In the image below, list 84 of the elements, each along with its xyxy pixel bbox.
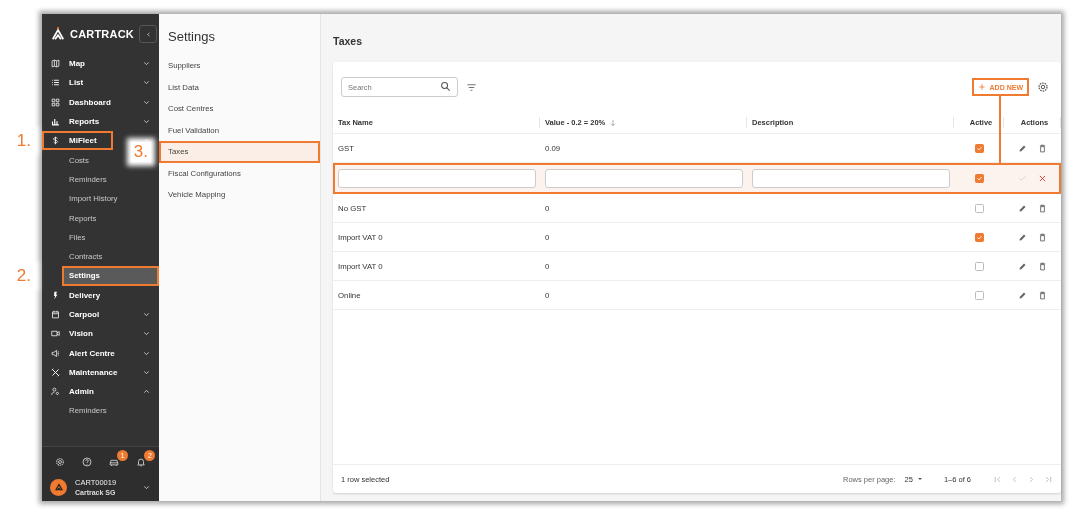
tax-name-input[interactable] (338, 168, 536, 188)
leader-line (999, 96, 1002, 164)
user-gear-icon (51, 387, 60, 397)
sidebar-item[interactable]: MiFleet (42, 131, 113, 151)
trash-icon (1038, 261, 1047, 271)
pencil-icon (1018, 203, 1027, 213)
trash-icon (1038, 232, 1047, 242)
sidebar-item[interactable]: Maintenance (42, 362, 159, 383)
pencil-icon (1018, 232, 1027, 242)
arrow-down-icon (609, 118, 618, 127)
sidebar-item[interactable]: Vision (42, 324, 159, 344)
trash-icon (1038, 143, 1047, 153)
delete-button[interactable] (1038, 203, 1047, 213)
delete-button[interactable] (1038, 232, 1047, 242)
check-icon (975, 233, 983, 241)
delete-button[interactable] (1038, 143, 1047, 153)
logo-icon (53, 482, 64, 492)
sidebar-item[interactable]: Carpool (42, 304, 159, 325)
settings-icon (54, 457, 65, 467)
sidebar-item[interactable]: Alert Centre (42, 343, 159, 363)
bar-chart-icon (51, 117, 60, 127)
search-icon (440, 81, 451, 92)
help-icon (81, 457, 92, 467)
camera-icon (51, 329, 60, 339)
trash-icon (1038, 203, 1047, 213)
description-input[interactable] (752, 168, 950, 188)
edit-button[interactable] (1018, 290, 1027, 300)
callout-number: 2. (13, 265, 34, 286)
cancel-button[interactable] (1038, 173, 1047, 183)
help-button[interactable] (81, 457, 92, 467)
sidebar-item[interactable]: Delivery (42, 285, 159, 305)
dollar-icon (51, 136, 60, 146)
edit-button[interactable] (1018, 203, 1027, 213)
pencil-icon (1018, 261, 1027, 271)
close-icon (1038, 173, 1047, 183)
chevron-left-icon (144, 30, 152, 38)
delete-button[interactable] (1038, 261, 1047, 271)
active-checkbox[interactable] (974, 143, 984, 153)
map-icon (51, 59, 60, 69)
check-icon (975, 174, 983, 182)
active-checkbox[interactable] (974, 232, 984, 242)
vehicle-button[interactable] (109, 457, 120, 467)
panel-title: Settings (168, 29, 216, 44)
pencil-icon (1018, 143, 1027, 153)
sidebar-item[interactable]: Admin (42, 382, 159, 402)
grid-icon (51, 97, 60, 107)
chevron-left-icon (1010, 474, 1019, 484)
chevron-right-icon (1027, 474, 1036, 484)
check-icon (1018, 173, 1027, 183)
list-icon (51, 78, 60, 88)
delete-button[interactable] (1038, 290, 1047, 300)
calendar-icon (51, 310, 60, 319)
callout-number: 1. (13, 130, 34, 151)
lightning-icon (51, 290, 60, 300)
settings-button[interactable] (1037, 81, 1049, 93)
sidebar-item[interactable]: List (42, 73, 159, 93)
active-checkbox[interactable] (974, 290, 984, 300)
notifications-button[interactable] (136, 457, 147, 467)
filter-icon (466, 81, 477, 93)
logo-icon (51, 27, 65, 41)
chevron-down-icon (142, 310, 151, 319)
bell-icon (136, 457, 147, 467)
edit-button[interactable] (1018, 261, 1027, 271)
filter-button[interactable] (466, 81, 477, 93)
brand-logo: CARTRACK (70, 28, 134, 40)
last-page-icon (1044, 474, 1053, 484)
page-title: Taxes (333, 35, 363, 47)
trash-icon (1038, 290, 1047, 300)
sidebar-item[interactable]: Dashboard (42, 92, 159, 112)
active-checkbox[interactable] (974, 203, 984, 213)
active-checkbox[interactable] (974, 173, 984, 183)
megaphone-icon (51, 348, 60, 358)
car-icon (109, 457, 120, 467)
plus-icon (977, 83, 986, 91)
edit-button[interactable] (1018, 232, 1027, 242)
sidebar-item[interactable]: Reports (42, 111, 159, 132)
pencil-icon (1018, 290, 1027, 300)
edit-button[interactable] (1018, 143, 1027, 153)
active-checkbox[interactable] (974, 261, 984, 271)
value-input[interactable] (545, 168, 743, 188)
settings-icon (1037, 81, 1049, 93)
sidebar-item[interactable]: Map (42, 54, 159, 74)
check-icon (975, 144, 983, 152)
first-page-icon (993, 474, 1002, 484)
